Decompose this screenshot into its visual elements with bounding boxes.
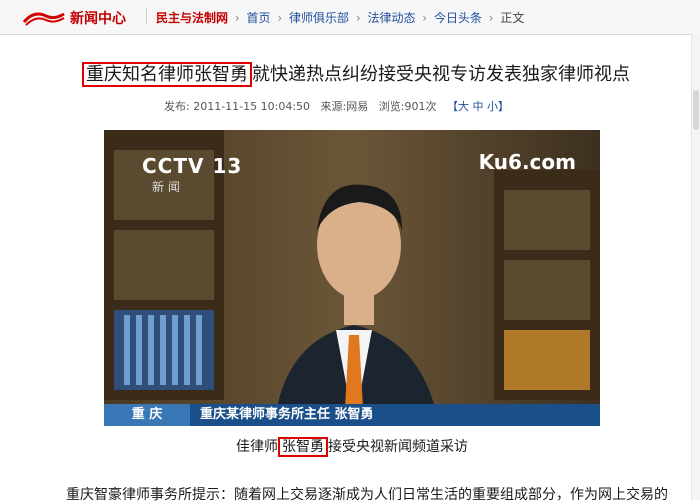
photo-caption: 佳律师 张智勇 接受央视新闻频道采访 (104, 436, 600, 457)
caption-highlight: 张智勇 (278, 437, 328, 457)
video-watermark: Ku6.com (478, 150, 576, 174)
channel-logo: CCTV 13 (142, 154, 243, 178)
article-body-first-line: 重庆智豪律师事务所提示：随着网上交易逐渐成为人们日常生活的重要组成部分，作为网上… (66, 487, 668, 503)
source-label: 来源: (320, 100, 347, 113)
caption-prefix: 佳律师 (236, 439, 278, 455)
tv-lower-third: 重 庆 重庆某律师事务所主任 张智勇 (104, 404, 600, 426)
channel-subtitle: 新 闻 (152, 180, 180, 194)
breadcrumb: 民主与法制网 › 首页 › 律师俱乐部 › 法律动态 › 今日头条 › 正文 (156, 9, 524, 26)
headline-text: 就快递热点纠纷接受央视专访发表独家律师视点 (252, 64, 630, 85)
published-label: 发布: (164, 100, 190, 113)
netease-logo-icon[interactable] (22, 8, 66, 26)
views-count: 901次 (404, 100, 437, 113)
top-navigation-bar: 新闻中心 民主与法制网 › 首页 › 律师俱乐部 › 法律动态 › 今日头条 ›… (0, 0, 700, 35)
lower-third-location: 重 庆 (104, 404, 190, 426)
breadcrumb-separator: › (488, 11, 494, 25)
breadcrumb-headlines-link[interactable]: 今日头条 (434, 11, 482, 25)
breadcrumb-lawyer-club-link[interactable]: 律师俱乐部 (289, 11, 349, 25)
article-headline: 重庆知名律师张智勇 就快递热点纠纷接受央视专访发表独家律师视点 (82, 60, 642, 87)
breadcrumb-separator: › (234, 11, 240, 25)
views-label: 浏览: (378, 100, 405, 113)
lower-third-title: 重庆某律师事务所主任 张智勇 (200, 407, 374, 422)
article-meta: 发布: 2011-11-15 10:04:50 来源:网易 浏览:901次 【大… (164, 98, 509, 114)
caption-suffix: 接受央视新闻频道采访 (328, 439, 468, 455)
source-value: 网易 (346, 100, 369, 113)
breadcrumb-separator: › (422, 11, 428, 25)
breadcrumb-current: 正文 (500, 11, 525, 25)
breadcrumb-separator: › (355, 11, 361, 25)
divider (146, 8, 147, 24)
article-photo-block: CCTV 13 新 闻 Ku6.com 重 庆 重庆某律师事务所主任 张智勇 佳… (104, 130, 600, 470)
breadcrumb-separator: › (277, 11, 283, 25)
site-name-link[interactable]: 民主与法制网 (156, 11, 228, 25)
scrollbar-thumb[interactable] (693, 90, 699, 130)
breadcrumb-legal-news-link[interactable]: 法律动态 (367, 11, 415, 25)
headline-highlight: 重庆知名律师张智勇 (82, 62, 252, 87)
vertical-scrollbar[interactable] (691, 34, 700, 500)
font-size-switcher[interactable]: 【大 中 小】 (447, 100, 509, 113)
breadcrumb-home-link[interactable]: 首页 (246, 11, 270, 25)
news-center-link[interactable]: 新闻中心 (70, 8, 126, 28)
published-time: 2011-11-15 10:04:50 (193, 100, 311, 113)
